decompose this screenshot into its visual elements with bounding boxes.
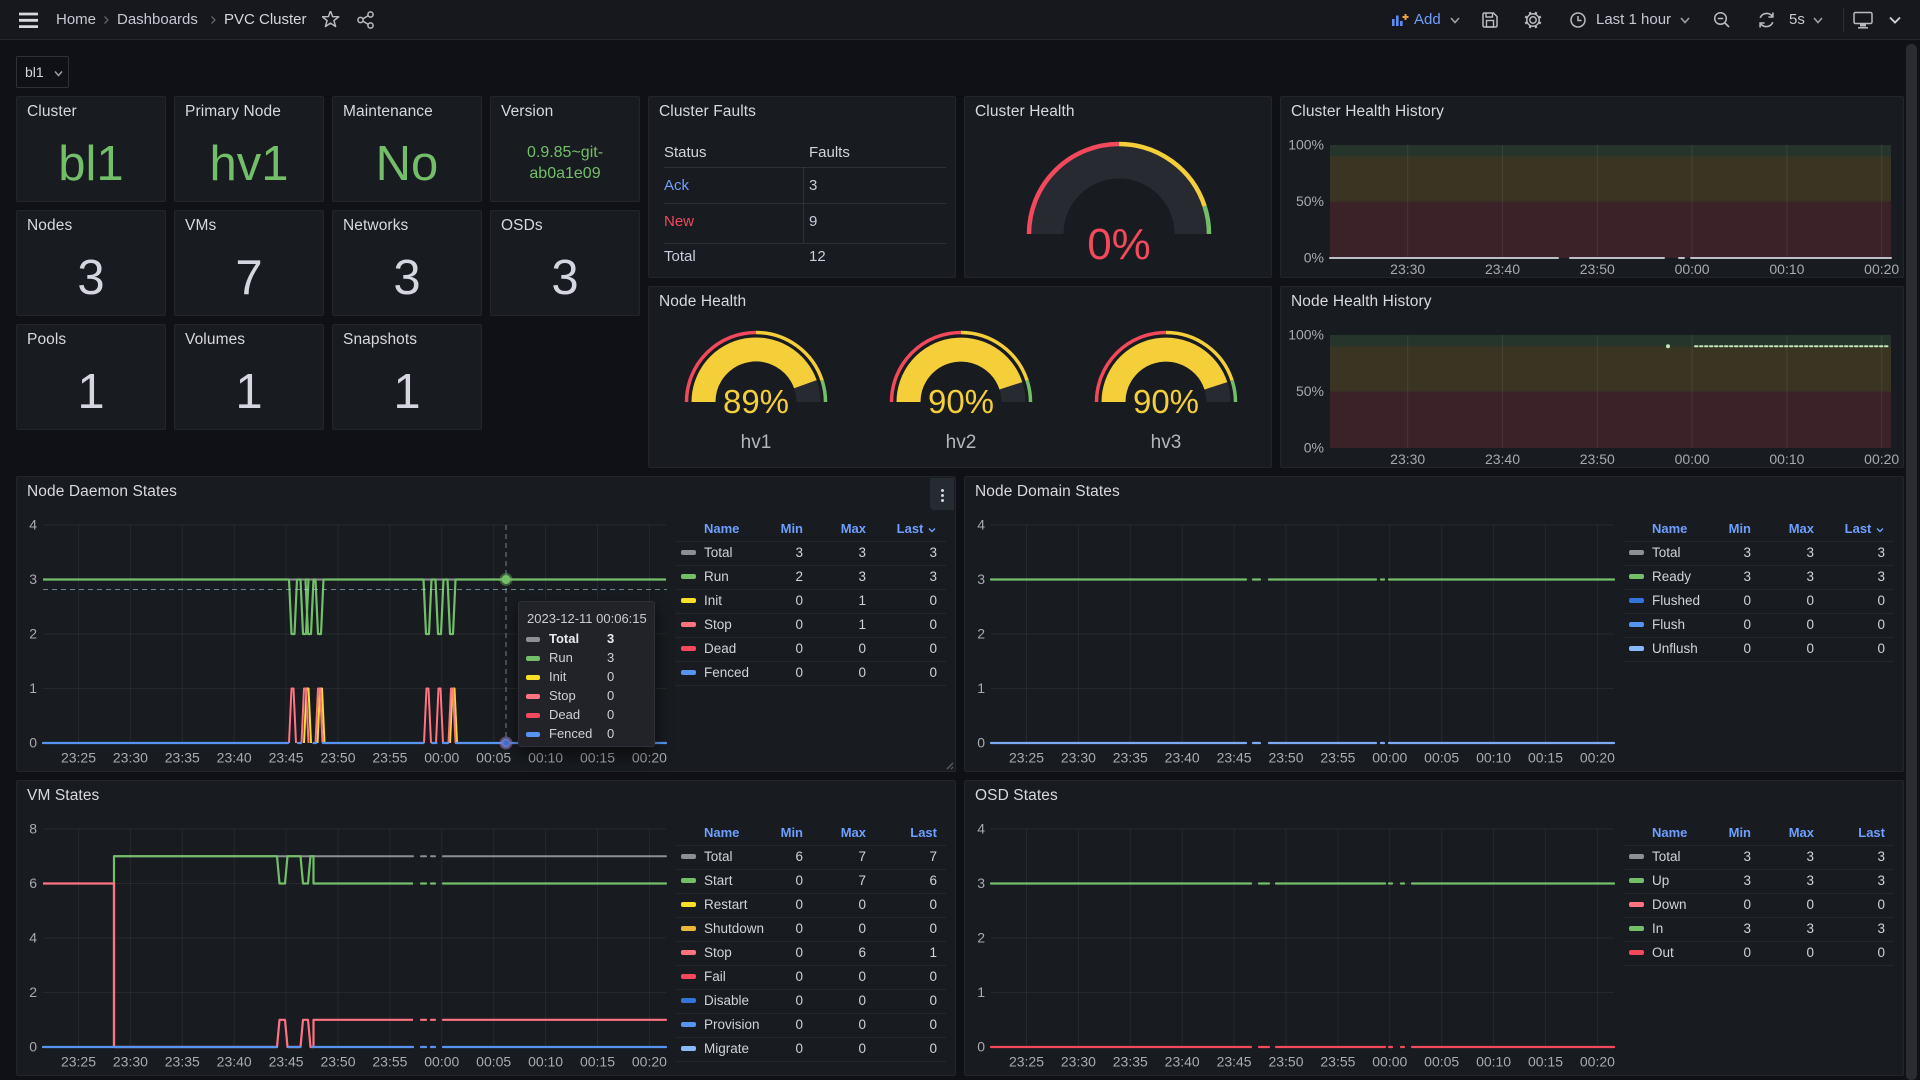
svg-text:4: 4: [977, 821, 985, 837]
svg-text:00:20: 00:20: [1580, 1054, 1615, 1070]
svg-text:00:10: 00:10: [528, 750, 563, 766]
svg-text:0: 0: [29, 735, 37, 751]
svg-text:00:05: 00:05: [1424, 750, 1459, 766]
svg-text:00:10: 00:10: [1476, 1054, 1511, 1070]
svg-text:23:35: 23:35: [1113, 750, 1148, 766]
svg-text:23:40: 23:40: [217, 750, 252, 766]
svg-text:90%: 90%: [1133, 383, 1199, 420]
svg-text:23:25: 23:25: [1009, 1054, 1044, 1070]
svg-text:hv2: hv2: [946, 432, 977, 453]
svg-text:23:40: 23:40: [1485, 261, 1520, 277]
svg-text:23:45: 23:45: [1217, 750, 1252, 766]
svg-text:23:55: 23:55: [1320, 750, 1355, 766]
svg-text:0: 0: [29, 1039, 37, 1055]
svg-text:00:20: 00:20: [1864, 261, 1899, 277]
svg-text:23:55: 23:55: [372, 1054, 407, 1070]
svg-text:23:25: 23:25: [1009, 750, 1044, 766]
svg-text:2: 2: [29, 626, 37, 642]
svg-text:3: 3: [29, 571, 37, 587]
svg-text:00:00: 00:00: [1675, 261, 1710, 277]
svg-text:2: 2: [29, 984, 37, 1000]
svg-text:23:35: 23:35: [1113, 1054, 1148, 1070]
svg-text:0%: 0%: [1087, 220, 1151, 269]
svg-text:23:55: 23:55: [1320, 1054, 1355, 1070]
svg-text:3: 3: [977, 875, 985, 891]
svg-text:6: 6: [29, 875, 37, 891]
svg-text:00:00: 00:00: [1372, 1054, 1407, 1070]
svg-text:00:20: 00:20: [1580, 750, 1615, 766]
svg-text:00:15: 00:15: [1528, 750, 1563, 766]
svg-text:23:50: 23:50: [1580, 261, 1615, 277]
svg-text:23:45: 23:45: [269, 1054, 304, 1070]
svg-text:23:30: 23:30: [1061, 1054, 1096, 1070]
svg-text:23:35: 23:35: [165, 1054, 200, 1070]
svg-text:23:50: 23:50: [1268, 750, 1303, 766]
svg-text:23:40: 23:40: [1485, 451, 1520, 467]
svg-text:00:10: 00:10: [528, 1054, 563, 1070]
svg-text:00:05: 00:05: [476, 1054, 511, 1070]
svg-text:00:00: 00:00: [424, 750, 459, 766]
svg-text:00:05: 00:05: [476, 750, 511, 766]
svg-text:23:45: 23:45: [1217, 1054, 1252, 1070]
svg-text:50%: 50%: [1296, 193, 1324, 209]
svg-text:23:50: 23:50: [320, 1054, 355, 1070]
svg-text:00:10: 00:10: [1769, 261, 1804, 277]
svg-text:4: 4: [29, 517, 37, 533]
svg-text:23:50: 23:50: [320, 750, 355, 766]
svg-text:23:30: 23:30: [113, 1054, 148, 1070]
svg-text:0%: 0%: [1304, 440, 1324, 456]
svg-text:23:40: 23:40: [217, 1054, 252, 1070]
svg-text:2: 2: [977, 930, 985, 946]
svg-text:0: 0: [977, 1039, 985, 1055]
svg-text:23:50: 23:50: [1580, 451, 1615, 467]
svg-text:1: 1: [977, 680, 985, 696]
svg-text:89%: 89%: [723, 383, 789, 420]
svg-text:hv3: hv3: [1151, 432, 1182, 453]
svg-text:100%: 100%: [1288, 137, 1324, 153]
svg-text:00:20: 00:20: [632, 1054, 667, 1070]
svg-text:23:40: 23:40: [1165, 750, 1200, 766]
svg-text:100%: 100%: [1288, 327, 1324, 343]
svg-text:00:15: 00:15: [580, 750, 615, 766]
svg-text:4: 4: [977, 517, 985, 533]
svg-text:50%: 50%: [1296, 383, 1324, 399]
svg-text:0%: 0%: [1304, 250, 1324, 266]
svg-text:00:20: 00:20: [632, 750, 667, 766]
svg-text:23:25: 23:25: [61, 750, 96, 766]
svg-text:3: 3: [977, 571, 985, 587]
svg-text:23:45: 23:45: [269, 750, 304, 766]
svg-text:23:35: 23:35: [165, 750, 200, 766]
svg-text:00:20: 00:20: [1864, 451, 1899, 467]
svg-text:23:55: 23:55: [372, 750, 407, 766]
svg-text:00:05: 00:05: [1424, 1054, 1459, 1070]
svg-text:1: 1: [29, 680, 37, 696]
svg-text:2: 2: [977, 626, 985, 642]
svg-text:hv1: hv1: [741, 432, 772, 453]
svg-text:23:40: 23:40: [1165, 1054, 1200, 1070]
svg-text:00:00: 00:00: [1675, 451, 1710, 467]
svg-text:00:00: 00:00: [1372, 750, 1407, 766]
svg-text:4: 4: [29, 930, 37, 946]
svg-text:8: 8: [29, 821, 37, 837]
svg-text:00:00: 00:00: [424, 1054, 459, 1070]
svg-text:23:30: 23:30: [1390, 451, 1425, 467]
svg-text:23:30: 23:30: [113, 750, 148, 766]
svg-text:23:30: 23:30: [1390, 261, 1425, 277]
svg-text:90%: 90%: [928, 383, 994, 420]
svg-text:23:25: 23:25: [61, 1054, 96, 1070]
svg-text:0: 0: [977, 735, 985, 751]
svg-text:00:15: 00:15: [580, 1054, 615, 1070]
svg-text:00:15: 00:15: [1528, 1054, 1563, 1070]
svg-text:00:10: 00:10: [1769, 451, 1804, 467]
svg-text:23:50: 23:50: [1268, 1054, 1303, 1070]
svg-text:23:30: 23:30: [1061, 750, 1096, 766]
svg-text:00:10: 00:10: [1476, 750, 1511, 766]
svg-text:1: 1: [977, 984, 985, 1000]
